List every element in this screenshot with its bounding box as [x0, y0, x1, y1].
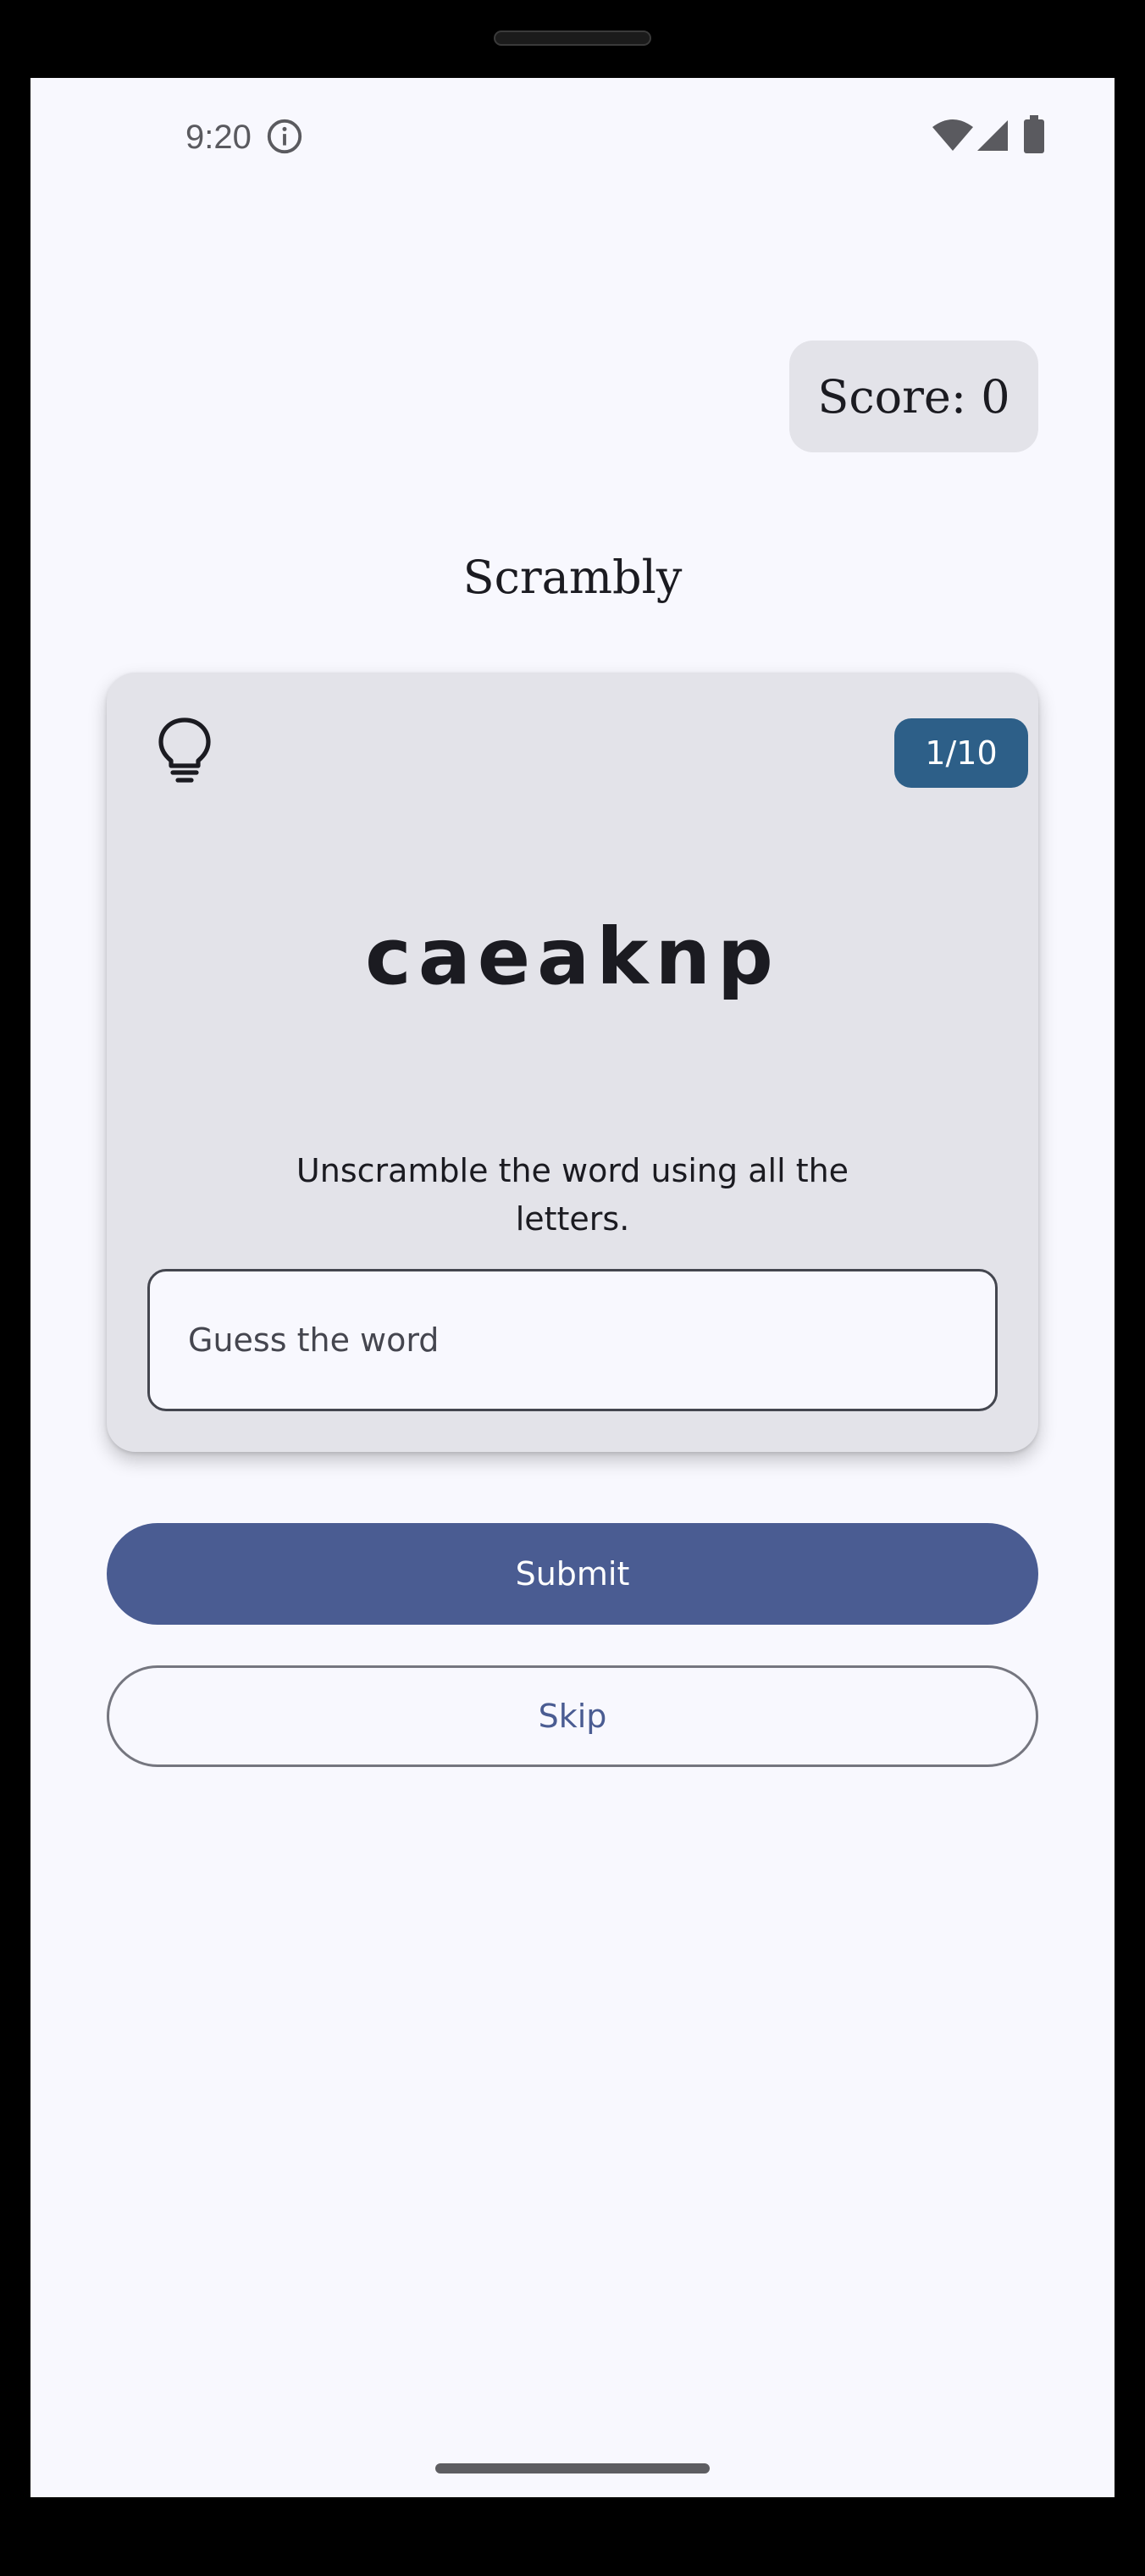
- word-card: 1/10 caeaknp Unscramble the word using a…: [107, 673, 1038, 1452]
- info-icon: [267, 119, 302, 154]
- score-chip: Score: 0: [789, 341, 1038, 452]
- device-frame: 9:20 Score: 0 Scrambly 1/10 caeaknp Unsc…: [0, 0, 1145, 2576]
- wifi-icon: [932, 119, 973, 151]
- signal-icon: [977, 120, 1008, 151]
- instructions-text: Unscramble the word using all the letter…: [296, 1152, 849, 1238]
- guess-field[interactable]: [147, 1269, 998, 1411]
- lightbulb-icon[interactable]: [154, 715, 215, 783]
- phone-screen: 9:20 Score: 0 Scrambly 1/10 caeaknp Unsc…: [30, 78, 1115, 2497]
- scrambled-word: caeaknp: [365, 911, 780, 1002]
- submit-button[interactable]: Submit: [107, 1523, 1038, 1625]
- status-time: 9:20: [185, 119, 252, 156]
- app-title: Scrambly: [462, 551, 683, 604]
- speaker-grille: [494, 30, 651, 46]
- word-count-badge: 1/10: [894, 718, 1028, 788]
- skip-button[interactable]: Skip: [107, 1665, 1038, 1767]
- home-indicator[interactable]: [435, 2463, 710, 2474]
- guess-input[interactable]: [150, 1271, 995, 1409]
- battery-icon: [1024, 115, 1044, 153]
